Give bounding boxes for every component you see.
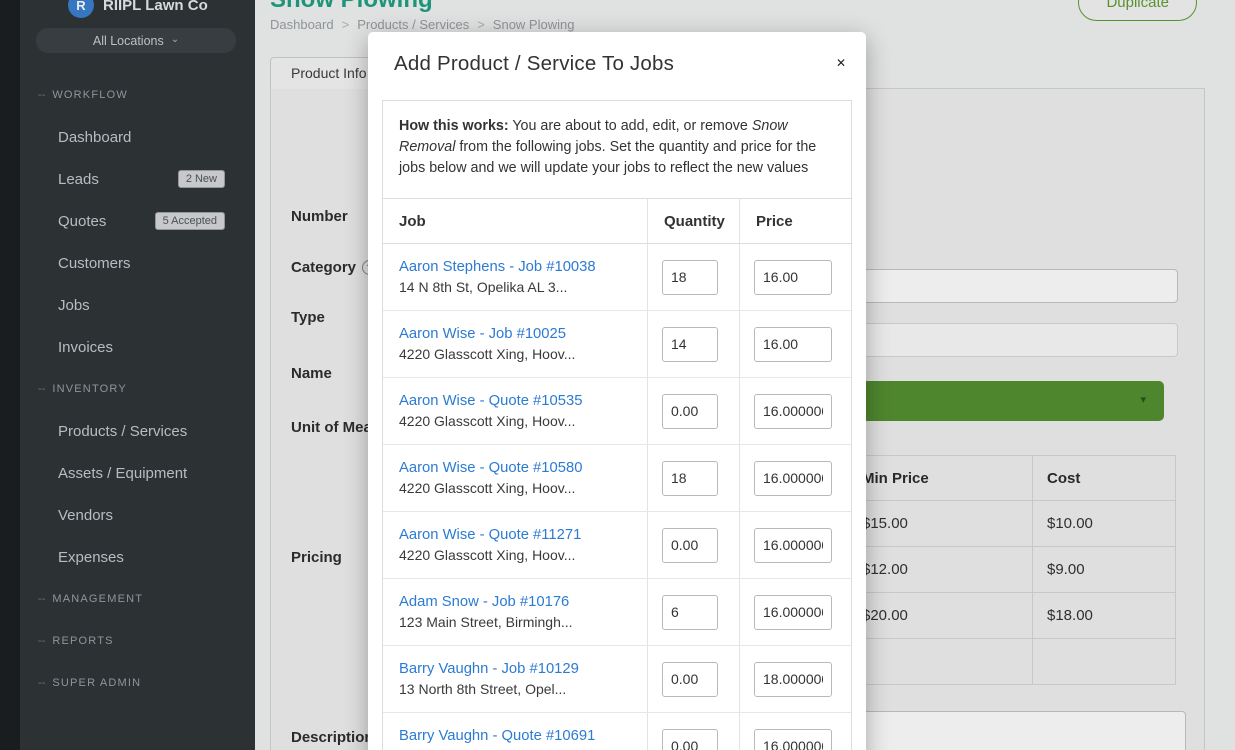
price-cell	[739, 445, 851, 511]
app-root: R RIIPL Lawn Co All Locations ⌄ WORKFLOW…	[0, 0, 1235, 750]
job-address: 4220 Glasscott Xing, Hoov...	[399, 547, 647, 563]
price-input[interactable]	[754, 595, 832, 630]
quantity-cell	[647, 512, 739, 578]
modal-job-rows: Aaron Stephens - Job #10038 14 N 8th St,…	[383, 244, 851, 750]
job-address: 14 N 8th St, Opelika AL 3...	[399, 279, 647, 295]
price-col-header: Price	[739, 199, 851, 243]
price-input[interactable]	[754, 260, 832, 295]
job-row: Aaron Wise - Job #10025 4220 Glasscott X…	[383, 311, 851, 378]
price-input[interactable]	[754, 327, 832, 362]
quantity-input[interactable]	[662, 595, 718, 630]
price-input[interactable]	[754, 662, 832, 697]
quantity-cell	[647, 244, 739, 310]
help-text-2: from the following jobs. Set the quantit…	[399, 139, 816, 176]
help-text-1: You are about to add, edit, or remove	[509, 118, 752, 134]
job-cell: Aaron Stephens - Job #10038 14 N 8th St,…	[383, 244, 647, 310]
job-address: 4220 Glasscott Xing, Hoov...	[399, 346, 647, 362]
job-cell: Aaron Wise - Quote #11271 4220 Glasscott…	[383, 512, 647, 578]
job-row: Aaron Wise - Quote #10580 4220 Glasscott…	[383, 445, 851, 512]
price-input[interactable]	[754, 729, 832, 750]
quantity-input[interactable]	[662, 729, 718, 750]
job-link[interactable]: Adam Snow - Job #10176	[399, 594, 647, 610]
add-product-modal: Add Product / Service To Jobs ✕ How this…	[368, 32, 866, 750]
price-cell	[739, 646, 851, 712]
job-cell: Adam Snow - Job #10176 123 Main Street, …	[383, 579, 647, 645]
job-row: Aaron Stephens - Job #10038 14 N 8th St,…	[383, 244, 851, 311]
modal-help-text: How this works: You are about to add, ed…	[383, 101, 851, 198]
job-link[interactable]: Barry Vaughn - Quote #10691	[399, 728, 647, 744]
job-cell: Barry Vaughn - Job #10129 13 North 8th S…	[383, 646, 647, 712]
price-input[interactable]	[754, 461, 832, 496]
job-link[interactable]: Aaron Stephens - Job #10038	[399, 259, 647, 275]
job-col-header: Job	[383, 199, 647, 243]
job-link[interactable]: Aaron Wise - Quote #10535	[399, 393, 647, 409]
quantity-cell	[647, 311, 739, 377]
price-cell	[739, 579, 851, 645]
price-cell	[739, 378, 851, 444]
job-cell: Aaron Wise - Job #10025 4220 Glasscott X…	[383, 311, 647, 377]
job-link[interactable]: Aaron Wise - Quote #10580	[399, 460, 647, 476]
quantity-input[interactable]	[662, 528, 718, 563]
job-link[interactable]: Aaron Wise - Quote #11271	[399, 527, 647, 543]
job-cell: Barry Vaughn - Quote #10691 14 North 8th…	[383, 713, 647, 750]
quantity-cell	[647, 378, 739, 444]
quantity-cell	[647, 579, 739, 645]
job-address: 4220 Glasscott Xing, Hoov...	[399, 480, 647, 496]
modal-body: How this works: You are about to add, ed…	[382, 100, 852, 750]
price-cell	[739, 311, 851, 377]
quantity-input[interactable]	[662, 662, 718, 697]
price-cell	[739, 512, 851, 578]
job-row: Aaron Wise - Quote #11271 4220 Glasscott…	[383, 512, 851, 579]
job-row: Barry Vaughn - Job #10129 13 North 8th S…	[383, 646, 851, 713]
job-address: 4220 Glasscott Xing, Hoov...	[399, 413, 647, 429]
job-row: Aaron Wise - Quote #10535 4220 Glasscott…	[383, 378, 851, 445]
modal-header: Add Product / Service To Jobs ✕	[368, 32, 866, 76]
quantity-input[interactable]	[662, 461, 718, 496]
quantity-col-header: Quantity	[647, 199, 739, 243]
quantity-cell	[647, 713, 739, 750]
job-link[interactable]: Aaron Wise - Job #10025	[399, 326, 647, 342]
quantity-input[interactable]	[662, 260, 718, 295]
price-cell	[739, 244, 851, 310]
quantity-cell	[647, 445, 739, 511]
job-row: Barry Vaughn - Quote #10691 14 North 8th…	[383, 713, 851, 750]
price-input[interactable]	[754, 528, 832, 563]
job-address: 123 Main Street, Birmingh...	[399, 614, 647, 630]
job-row: Adam Snow - Job #10176 123 Main Street, …	[383, 579, 851, 646]
close-icon[interactable]: ✕	[836, 56, 846, 70]
job-cell: Aaron Wise - Quote #10580 4220 Glasscott…	[383, 445, 647, 511]
quantity-input[interactable]	[662, 327, 718, 362]
help-bold: How this works:	[399, 118, 509, 134]
price-cell	[739, 713, 851, 750]
job-cell: Aaron Wise - Quote #10535 4220 Glasscott…	[383, 378, 647, 444]
job-table-header: Job Quantity Price	[383, 198, 851, 244]
modal-title: Add Product / Service To Jobs	[394, 52, 840, 76]
job-link[interactable]: Barry Vaughn - Job #10129	[399, 661, 647, 677]
quantity-cell	[647, 646, 739, 712]
quantity-input[interactable]	[662, 394, 718, 429]
job-address: 13 North 8th Street, Opel...	[399, 681, 647, 697]
price-input[interactable]	[754, 394, 832, 429]
